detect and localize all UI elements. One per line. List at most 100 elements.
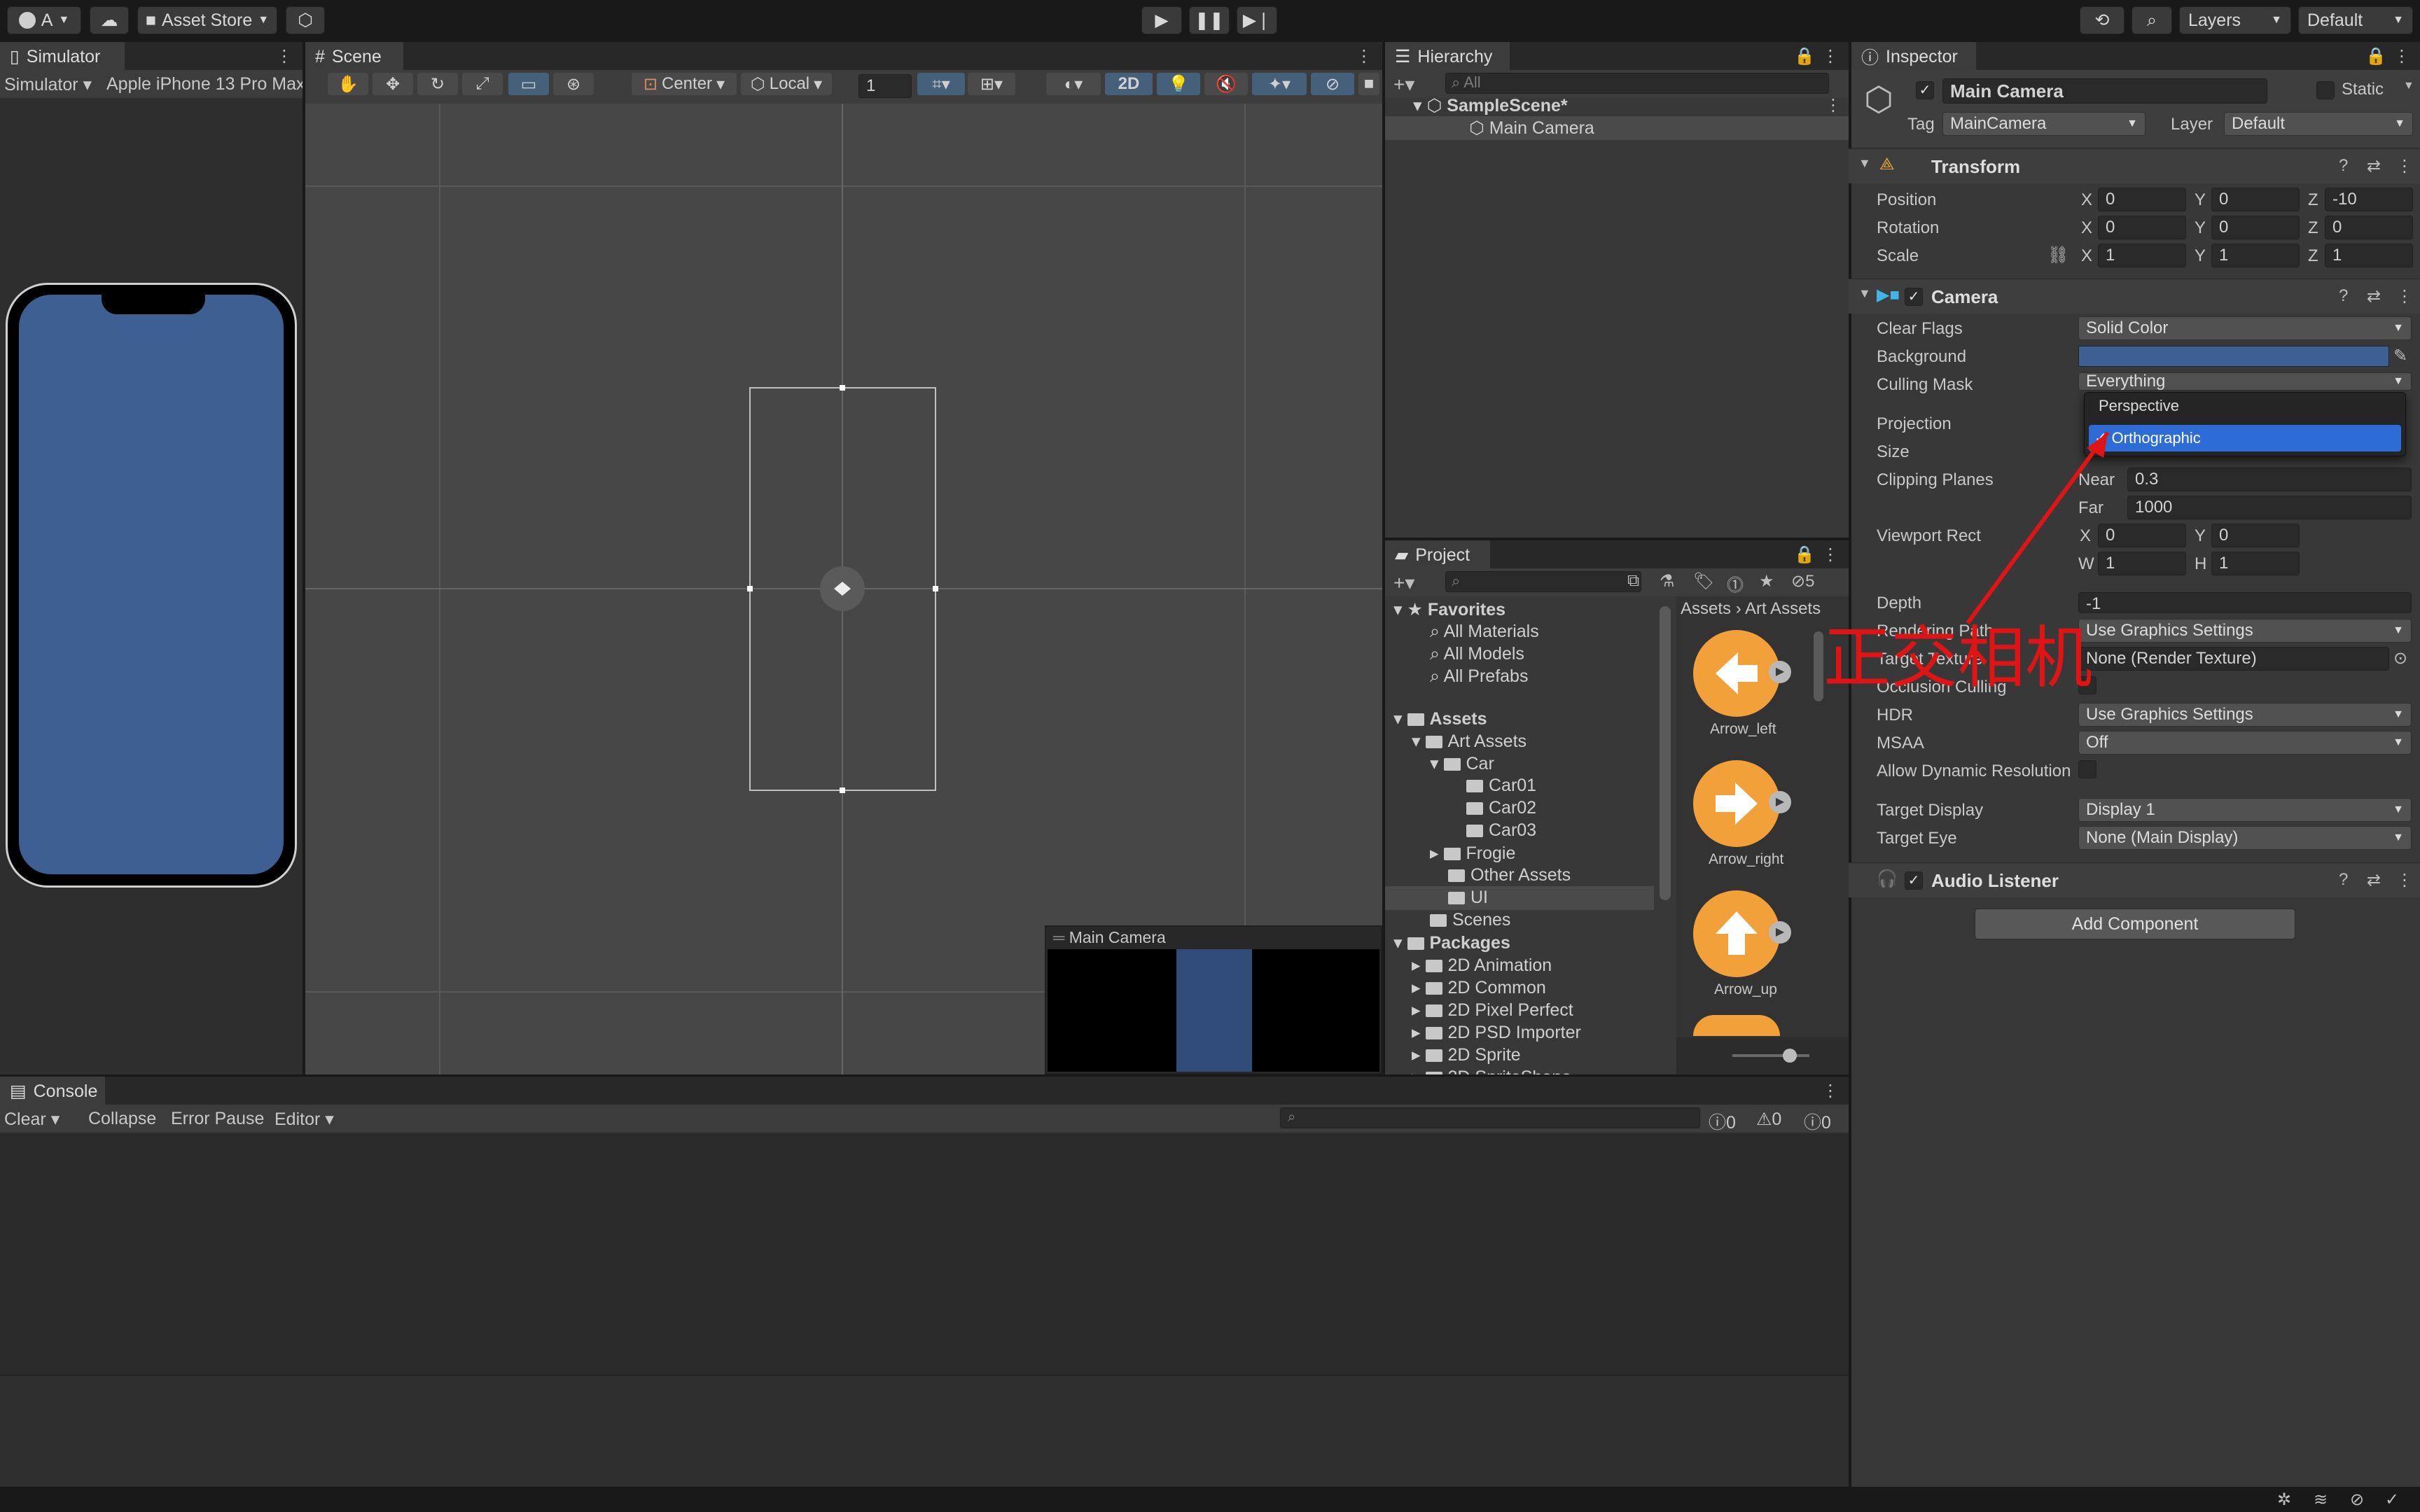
position-x-field[interactable]: 0 (2098, 188, 2186, 211)
list-item[interactable]: ▸ 2D PSD Importer (1412, 1022, 1581, 1043)
list-item[interactable]: UI (1385, 886, 1654, 910)
scale-y-field[interactable]: 1 (2211, 244, 2300, 267)
hdr-dropdown[interactable]: Use Graphics Settings ▼ (2078, 703, 2412, 727)
rendering-path-dropdown[interactable]: Use Graphics Settings ▼ (2078, 619, 2412, 643)
list-item[interactable]: ▾ Art Assets (1412, 731, 1527, 752)
label-icon[interactable]: 🏷 (1693, 571, 1714, 592)
help-icon[interactable]: ? (2339, 156, 2348, 176)
list-item[interactable]: ⌕ All Materials (1430, 622, 1539, 642)
list-item[interactable]: Scenes (1430, 910, 1510, 930)
list-item[interactable]: ▸ 2D SpriteShape (1412, 1067, 1571, 1074)
rotation-z-field[interactable]: 0 (2325, 216, 2413, 239)
account-dropdown[interactable]: A ▼ (7, 6, 81, 34)
log-toggle[interactable]: ⓘ0 (1709, 1109, 1736, 1134)
list-item[interactable]: ▸ 2D Animation (1412, 955, 1552, 976)
layout-dropdown[interactable]: Default ▼ (2298, 6, 2413, 34)
ok-status-icon[interactable]: ✓ (2385, 1490, 2399, 1510)
target-eye-dropdown[interactable]: None (Main Display) ▼ (2078, 826, 2412, 850)
camera-enabled-checkbox[interactable]: ✓ (1905, 288, 1923, 306)
list-item[interactable]: ⌕ All Prefabs (1430, 666, 1528, 687)
list-item[interactable]: ▸ 2D Pixel Perfect (1412, 1000, 1573, 1021)
eyedropper-icon[interactable]: ✎ (2393, 346, 2407, 366)
active-checkbox[interactable]: ✓ (1916, 81, 1934, 99)
console-search-input[interactable]: ⌕ (1280, 1107, 1700, 1128)
simulator-mode-dropdown[interactable]: Simulator ▾ (4, 74, 92, 95)
kebab-menu-icon[interactable]: ⋮ (2393, 46, 2410, 66)
console-log-list[interactable] (0, 1134, 1849, 1375)
lock-icon[interactable]: 🔒 (1794, 545, 1815, 565)
preset-icon[interactable]: ⇄ (2367, 156, 2381, 176)
list-item[interactable]: Other Assets (1448, 865, 1571, 886)
viewport-y-field[interactable]: 0 (2211, 524, 2300, 547)
tab-hierarchy[interactable]: ☰ Hierarchy (1385, 42, 1510, 70)
tab-project[interactable]: ▰ Project (1385, 540, 1490, 568)
collab-button[interactable]: ⬡ (286, 6, 325, 34)
list-item[interactable]: ▸ 2D Common (1412, 977, 1546, 998)
camera-icon[interactable]: ■ (1358, 73, 1379, 95)
viewport-h-field[interactable]: 1 (2211, 552, 2300, 575)
kebab-menu-icon[interactable]: ⋮ (1825, 95, 1842, 115)
add-icon[interactable]: +▾ (1393, 571, 1414, 594)
target-texture-field[interactable]: None (Render Texture) (2078, 647, 2389, 671)
constrain-proportions-icon[interactable]: ⛓ (2047, 245, 2068, 265)
star-icon[interactable]: ★ (1759, 571, 1774, 592)
favorites-item[interactable]: ▾ ★ Favorites (1393, 599, 1505, 620)
effects-icon[interactable]: ✦▾ (1252, 73, 1307, 95)
camera-header[interactable]: ▼ ▶■ ✓ Camera ? ⇄ ⋮ (1849, 279, 2420, 314)
preset-icon[interactable]: ⇄ (2367, 870, 2381, 890)
asset-store-button[interactable]: ■ Asset Store ▼ (137, 6, 277, 34)
project-search-input[interactable]: ⌕ (1445, 571, 1641, 592)
list-item[interactable]: Car01 (1466, 776, 1536, 796)
clear-flags-dropdown[interactable]: Solid Color ▼ (2078, 316, 2412, 340)
snap-value-field[interactable]: 1 (858, 74, 912, 98)
scene-viewport[interactable]: ═ Main Camera (305, 104, 1382, 1074)
collapse-button[interactable]: Collapse (88, 1109, 156, 1129)
error-toggle[interactable]: ⓘ0 (1804, 1109, 1831, 1134)
chevron-down-icon[interactable]: ▼ (2403, 80, 2414, 92)
menu-item-orthographic[interactable]: ✓ Orthographic (2089, 425, 2401, 451)
hidden-packages-icon[interactable]: ⊘5 (1791, 571, 1814, 592)
assets-item[interactable]: ▾ Assets (1393, 708, 1487, 729)
lock-icon[interactable]: 🔒 (1794, 46, 1815, 66)
scene-root-item[interactable]: ▾ ⬡ SampleScene* (1413, 95, 1568, 116)
tab-console[interactable]: ▤ Console (0, 1077, 105, 1105)
rotation-x-field[interactable]: 0 (2098, 216, 2186, 239)
list-item[interactable]: ▾ Car (1430, 753, 1494, 774)
list-item[interactable]: ⌕ All Models (1430, 644, 1524, 664)
breadcrumb-item[interactable]: Art Assets (1745, 599, 1821, 618)
cloud-button[interactable]: ☁ (90, 6, 129, 34)
list-item[interactable]: Car02 (1466, 798, 1536, 818)
packages-item[interactable]: ▾ Packages (1393, 932, 1510, 953)
debug-icon[interactable]: ✲ (2277, 1490, 2291, 1510)
grid-snap-icon[interactable]: ⌗▾ (917, 73, 965, 95)
play-icon[interactable]: ▶ (1769, 921, 1791, 944)
preset-icon[interactable]: ⇄ (2367, 286, 2381, 307)
tag-dropdown[interactable]: MainCamera ▼ (1942, 112, 2146, 136)
zoom-slider-handle[interactable] (1783, 1049, 1797, 1063)
visibility-icon[interactable]: ⊘ (1311, 73, 1354, 95)
space-dropdown[interactable]: ⬡ Local ▾ (741, 73, 832, 95)
asset-tile[interactable]: ▶ Arrow_up (1676, 885, 1849, 997)
list-item[interactable]: ⬡ Main Camera (1385, 116, 1849, 140)
hierarchy-search-input[interactable]: ⌕ All (1445, 73, 1829, 94)
grid-visibility-icon[interactable]: ⊞▾ (968, 73, 1015, 95)
layer-dropdown[interactable]: Default ▼ (2224, 112, 2413, 136)
device-dropdown[interactable]: Apple iPhone 13 Pro Max (106, 74, 302, 94)
tree-scrollbar[interactable] (1660, 606, 1671, 900)
transform-header[interactable]: ▼ ⟁ Transform ? ⇄ ⋮ (1849, 148, 2420, 183)
move-tool-icon[interactable]: ✥ (373, 73, 413, 95)
kebab-menu-icon[interactable]: ⋮ (2396, 286, 2413, 307)
network-icon[interactable]: ⊘ (2350, 1490, 2364, 1510)
list-item[interactable]: ▸ 2D Sprite (1412, 1044, 1521, 1065)
clear-button[interactable]: Clear ▾ (4, 1109, 60, 1130)
scale-z-field[interactable]: 1 (2325, 244, 2413, 267)
list-item[interactable]: Car03 (1466, 820, 1536, 841)
tab-simulator[interactable]: ▯ Simulator (0, 42, 125, 70)
tab-scene[interactable]: # Scene (305, 42, 403, 70)
filter-type-icon[interactable]: ⚗ (1660, 571, 1675, 592)
background-color-field[interactable] (2078, 346, 2389, 367)
play-icon[interactable]: ▶ (1769, 791, 1791, 813)
tab-inspector[interactable]: ⓘ Inspector (1851, 42, 1976, 70)
static-checkbox[interactable] (2316, 81, 2335, 99)
add-icon[interactable]: +▾ (1393, 73, 1414, 96)
